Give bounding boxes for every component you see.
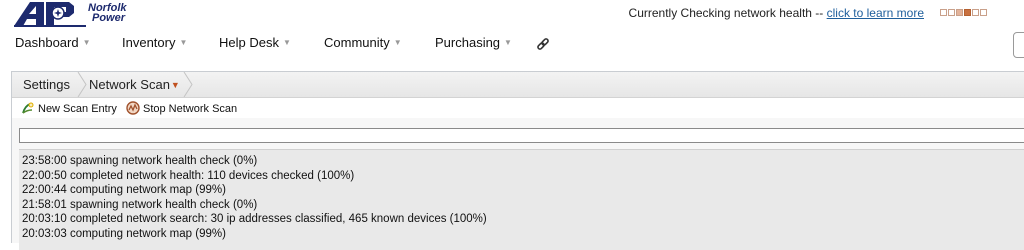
- status-progress-meter: [940, 9, 987, 16]
- status-message: Currently Checking network health -- cli…: [629, 6, 924, 20]
- nav-item-help-desk[interactable]: Help Desk ▼: [219, 35, 291, 50]
- log-line: 22:00:44 computing network map (99%): [22, 184, 226, 196]
- status-text: Currently Checking network health --: [628, 6, 824, 20]
- meter-cell: [940, 9, 947, 16]
- meter-cell: [956, 9, 963, 16]
- content-panel: Settings Network Scan▼ New Scan Entry St…: [11, 71, 1024, 250]
- breadcrumb-network-scan[interactable]: Network Scan▼: [89, 77, 180, 92]
- brand-logo-mark: [14, 2, 86, 27]
- log-line: 23:58:00 spawning network health check (…: [22, 155, 258, 167]
- log-line: 20:03:03 computing network map (99%): [22, 227, 226, 240]
- meter-cell: [980, 9, 987, 16]
- nav-item-dashboard[interactable]: Dashboard ▼: [15, 35, 91, 50]
- search-box[interactable]: [1013, 32, 1024, 58]
- nav-item-community[interactable]: Community ▼: [324, 35, 402, 50]
- chevron-down-icon: ▼: [504, 38, 512, 47]
- breadcrumb-current-label: Network Scan: [89, 77, 170, 92]
- nav-item-label: Inventory: [122, 35, 176, 50]
- breadcrumb-separator-icon: [77, 72, 87, 97]
- stop-scan-label: Stop Network Scan: [143, 103, 238, 115]
- status-learn-more-link[interactable]: click to learn more: [827, 6, 924, 20]
- brand-name: Norfolk Power: [88, 3, 127, 24]
- log-line: 22:00:50 completed network health: 110 d…: [22, 169, 355, 182]
- nav-item-label: Help Desk: [219, 35, 279, 50]
- nav-item-purchasing[interactable]: Purchasing ▼: [435, 35, 512, 50]
- chevron-down-icon: ▼: [82, 38, 91, 47]
- toolbar: New Scan Entry Stop Network Scan: [12, 98, 1024, 118]
- meter-cell: [972, 9, 979, 16]
- nav-item-inventory[interactable]: Inventory ▼: [122, 35, 187, 50]
- nav-item-label: Dashboard: [15, 35, 79, 50]
- nav-item-label: Community: [324, 35, 390, 50]
- stop-network-scan-button[interactable]: Stop Network Scan: [126, 101, 237, 115]
- log-line: 21:58:01 spawning network health check (…: [22, 198, 258, 211]
- chevron-down-icon: ▼: [282, 38, 291, 47]
- breadcrumb: Settings Network Scan▼: [12, 72, 1024, 98]
- log-line: 20:03:10 completed network search: 30 ip…: [22, 213, 487, 225]
- meter-cell: [948, 9, 955, 16]
- meter-cell: [964, 9, 971, 16]
- new-scan-icon: [22, 102, 34, 114]
- chevron-down-icon: ▼: [393, 38, 402, 47]
- chevron-down-icon: ▼: [179, 38, 188, 47]
- main-nav: Dashboard ▼ Inventory ▼ Help Desk ▼ Communi…: [0, 35, 1000, 55]
- breadcrumb-settings[interactable]: Settings: [23, 77, 70, 92]
- link-icon[interactable]: [536, 38, 550, 52]
- stop-scan-icon: [126, 101, 140, 115]
- new-scan-label: New Scan Entry: [38, 103, 117, 115]
- scan-input[interactable]: [19, 128, 1024, 143]
- nav-item-label: Purchasing: [435, 35, 501, 50]
- scan-log: 23:58:00 spawning network health check (…: [19, 149, 1024, 250]
- new-scan-entry-button[interactable]: New Scan Entry: [21, 101, 117, 115]
- dropdown-arrow-icon: ▼: [170, 80, 180, 90]
- brand-name-line2: Power: [92, 12, 126, 24]
- breadcrumb-separator-icon: [183, 72, 193, 97]
- brand-logo[interactable]: Norfolk Power: [14, 1, 164, 27]
